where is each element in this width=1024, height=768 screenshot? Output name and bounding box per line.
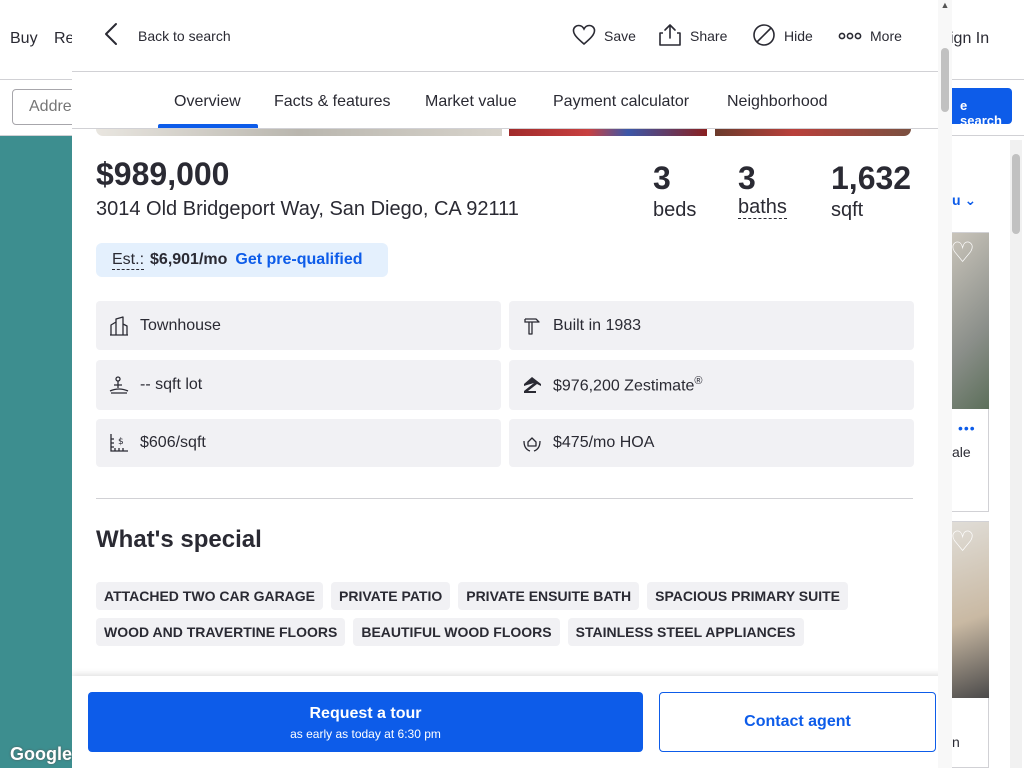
feature-chip: BEAUTIFUL WOOD FLOORS	[353, 618, 560, 646]
tab-market-value[interactable]: Market value	[425, 93, 517, 111]
sort-dropdown[interactable]: u ⌄	[952, 192, 976, 209]
save-search-button[interactable]: e search	[944, 88, 1012, 128]
contact-agent-button[interactable]: Contact agent	[659, 692, 936, 752]
more-dots-icon[interactable]: •••	[958, 420, 976, 436]
year-built-value: Built in 1983	[553, 316, 642, 334]
hide-button[interactable]: Hide	[752, 22, 813, 50]
fact-year-built: Built in 1983	[509, 301, 914, 350]
sqft-count: 1,632	[831, 160, 912, 196]
modal-scrollbar-thumb[interactable]	[941, 48, 949, 112]
google-logo: Google	[10, 744, 72, 764]
beds-stat: 3 beds	[653, 160, 696, 224]
baths-label[interactable]: baths	[738, 196, 787, 219]
listing-detail-modal: Back to search Save Share Hide More Over…	[72, 0, 952, 768]
listing-photo[interactable]	[509, 129, 707, 136]
svg-text:$: $	[118, 437, 124, 447]
sqft-stat: 1,632 sqft	[831, 160, 911, 224]
hoa-value: $475/mo HOA	[553, 434, 655, 451]
whats-special-heading: What's special	[96, 526, 262, 553]
more-button[interactable]: More	[838, 22, 902, 50]
share-button[interactable]: Share	[658, 22, 727, 50]
sign-in-link[interactable]: ign In	[950, 30, 989, 48]
save-label: Save	[604, 28, 636, 44]
page-scrollbar[interactable]	[1010, 140, 1022, 768]
price-per-sqft-icon: $	[108, 432, 130, 454]
beds-count: 3	[653, 160, 671, 196]
feature-chip: ATTACHED TWO CAR GARAGE	[96, 582, 324, 610]
feature-chip: SPACIOUS PRIMARY SUITE	[647, 582, 849, 610]
feature-chip: STAINLESS STEEL APPLIANCES	[567, 618, 804, 646]
feature-chip: PRIVATE PATIO	[331, 582, 451, 610]
lot-size-value: -- sqft lot	[140, 376, 203, 393]
tab-neighborhood[interactable]: Neighborhood	[727, 93, 828, 111]
listing-status: ale	[952, 444, 971, 460]
hide-label: Hide	[784, 28, 813, 44]
listing-address: 3014 Old Bridgeport Way, San Diego, CA 9…	[96, 198, 519, 220]
share-icon	[658, 23, 682, 50]
feature-chip: PRIVATE ENSUITE BATH	[458, 582, 640, 610]
heart-icon	[572, 24, 596, 49]
modal-scrollbar[interactable]	[938, 0, 952, 768]
request-tour-label: Request a tour	[309, 705, 422, 722]
fact-lot-size: -- sqft lot	[96, 360, 501, 410]
section-divider	[96, 498, 913, 499]
action-footer: Request a tour as early as today at 6:30…	[72, 676, 952, 768]
baths-count: 3	[738, 160, 756, 196]
back-to-search-button[interactable]: Back to search	[104, 22, 231, 50]
modal-header: Back to search Save Share Hide More	[72, 0, 952, 72]
listing-photo[interactable]	[715, 129, 911, 136]
feature-chips: ATTACHED TWO CAR GARAGE PRIVATE PATIO PR…	[96, 582, 916, 646]
price-per-sqft-value: $606/sqft	[140, 434, 206, 451]
chevron-left-icon	[104, 22, 118, 51]
page-scrollbar-thumb[interactable]	[1012, 154, 1020, 234]
zestimate-value[interactable]: $976,200 Zestimate®	[553, 375, 703, 395]
beds-label: beds	[653, 199, 697, 221]
zillow-logo-icon	[521, 374, 543, 396]
get-pre-qualified-link[interactable]: Get pre-qualified	[235, 251, 362, 269]
save-button[interactable]: Save	[572, 22, 636, 50]
sqft-label: sqft	[831, 199, 864, 221]
hoa-icon	[521, 432, 543, 454]
fact-price-per-sqft: $ $606/sqft	[96, 419, 501, 467]
building-icon	[108, 315, 130, 337]
nav-buy[interactable]: Buy	[10, 30, 38, 48]
baths-stat: 3 baths	[738, 160, 787, 219]
scroll-up-arrow-icon[interactable]: ▲	[938, 0, 952, 14]
estimate-label[interactable]: Est.:	[112, 251, 145, 270]
tab-overview[interactable]: Overview	[174, 93, 241, 111]
fact-zestimate: $976,200 Zestimate®	[509, 360, 914, 410]
heart-icon[interactable]: ♡	[950, 238, 980, 268]
listing-card[interactable]	[952, 521, 989, 768]
tab-facts-features[interactable]: Facts & features	[274, 93, 391, 111]
listing-photo[interactable]	[96, 129, 502, 136]
hammer-icon	[521, 315, 543, 337]
tour-availability: as early as today at 6:30 pm	[290, 727, 441, 741]
fact-home-type: Townhouse	[96, 301, 501, 350]
chevron-down-icon: ⌄	[964, 192, 977, 208]
heart-icon[interactable]: ♡	[950, 527, 980, 557]
request-tour-button[interactable]: Request a tour as early as today at 6:30…	[88, 692, 643, 752]
tab-payment-calculator[interactable]: Payment calculator	[553, 93, 689, 111]
hide-icon	[752, 23, 776, 50]
monthly-estimate: Est.: $6,901/mo Get pre-qualified	[96, 243, 388, 277]
fact-hoa: $475/mo HOA	[509, 419, 914, 467]
share-label: Share	[690, 28, 728, 44]
listing-card[interactable]	[952, 232, 989, 512]
active-tab-indicator	[158, 124, 258, 128]
feature-chip: WOOD AND TRAVERTINE FLOORS	[96, 618, 346, 646]
more-label: More	[870, 28, 902, 44]
more-dots-icon	[838, 28, 862, 44]
home-type-value: Townhouse	[140, 316, 221, 334]
section-tabs: Overview Facts & features Market value P…	[72, 73, 952, 129]
listing-price: $989,000	[96, 156, 230, 192]
lot-icon	[108, 374, 130, 396]
back-to-search-label: Back to search	[138, 28, 231, 44]
listing-text: n	[952, 734, 960, 750]
estimate-amount: $6,901/mo	[150, 251, 228, 268]
